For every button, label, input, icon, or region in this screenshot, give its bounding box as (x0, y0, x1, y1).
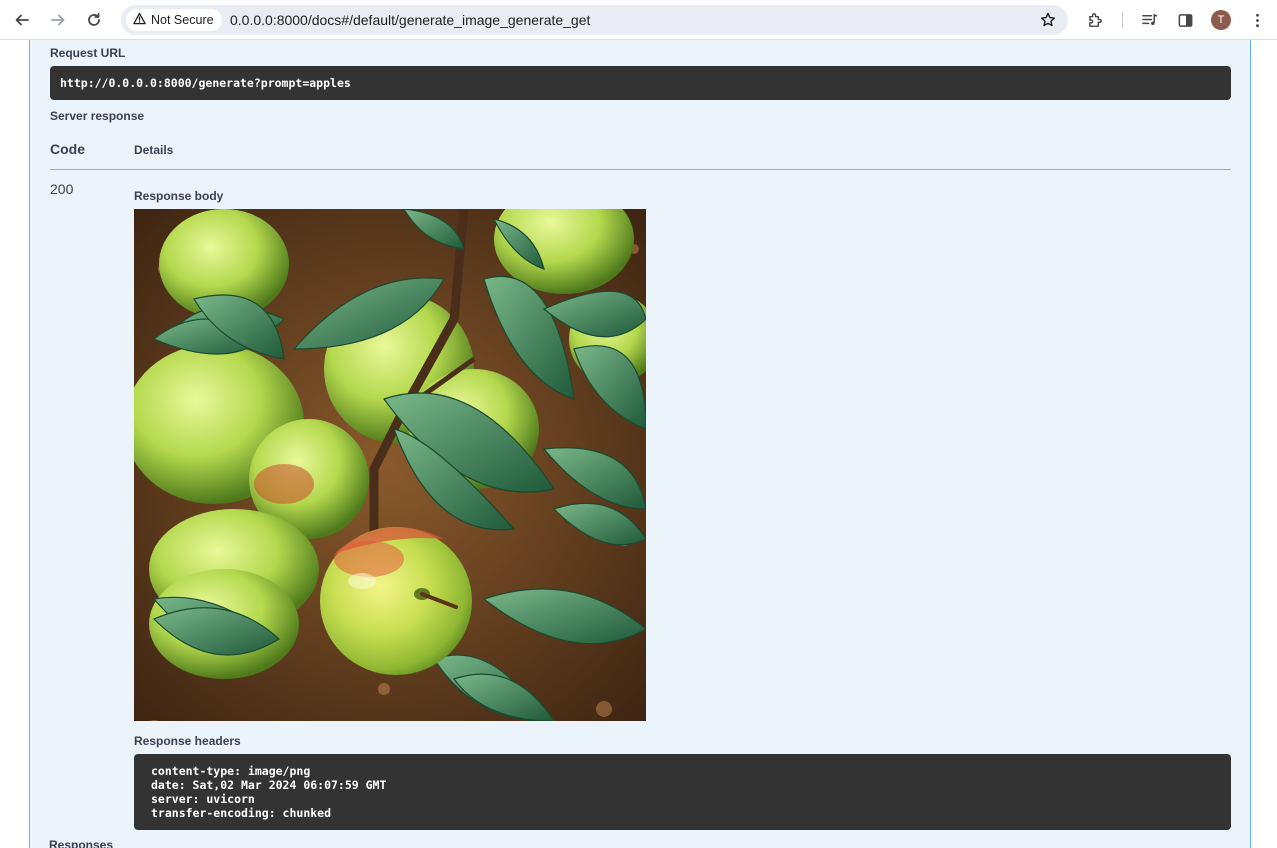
media-queue-icon[interactable] (1140, 11, 1158, 29)
avatar[interactable]: T (1211, 10, 1231, 30)
column-header-code: Code (50, 141, 85, 157)
side-panel-icon[interactable] (1176, 11, 1194, 29)
header-line: server: uvicorn (151, 792, 255, 806)
toolbar-divider (1122, 12, 1123, 28)
header-line: content-type: image/png (151, 764, 311, 778)
forward-arrow-icon[interactable] (45, 8, 71, 32)
page-content: Request URL http://0.0.0.0:8000/generate… (0, 40, 1277, 848)
security-chip[interactable]: Not Secure (126, 9, 222, 31)
extensions-icon[interactable] (1086, 11, 1104, 29)
address-bar[interactable]: Not Secure 0.0.0.0:8000/docs#/default/ge… (121, 5, 1068, 35)
status-code: 200 (50, 181, 74, 197)
header-line: transfer-encoding: chunked (151, 806, 332, 820)
url-text[interactable]: 0.0.0.0:8000/docs#/default/generate_imag… (230, 12, 590, 28)
divider (50, 169, 1231, 170)
response-body-label: Response body (134, 189, 224, 203)
request-url-label: Request URL (50, 46, 126, 60)
server-response-label: Server response (50, 109, 145, 123)
header-line: date: Sat,02 Mar 2024 06:07:59 GMT (151, 778, 387, 792)
response-headers-code[interactable]: content-type: image/png date: Sat,02 Mar… (134, 754, 1231, 830)
browser-toolbar: Not Secure 0.0.0.0:8000/docs#/default/ge… (0, 0, 1277, 40)
kebab-menu-icon[interactable] (1248, 11, 1266, 29)
column-header-details: Details (134, 143, 174, 157)
warning-icon (133, 12, 146, 28)
response-image (134, 209, 646, 721)
responses-heading: Responses (49, 838, 114, 848)
star-icon[interactable] (1040, 12, 1056, 28)
reload-icon[interactable] (81, 8, 107, 32)
security-label: Not Secure (151, 13, 214, 27)
request-url-code[interactable]: http://0.0.0.0:8000/generate?prompt=appl… (50, 66, 1231, 100)
operation-panel: Request URL http://0.0.0.0:8000/generate… (29, 40, 1251, 848)
apples-image (134, 209, 646, 721)
response-headers-label: Response headers (134, 734, 241, 748)
back-arrow-icon[interactable] (9, 8, 35, 32)
